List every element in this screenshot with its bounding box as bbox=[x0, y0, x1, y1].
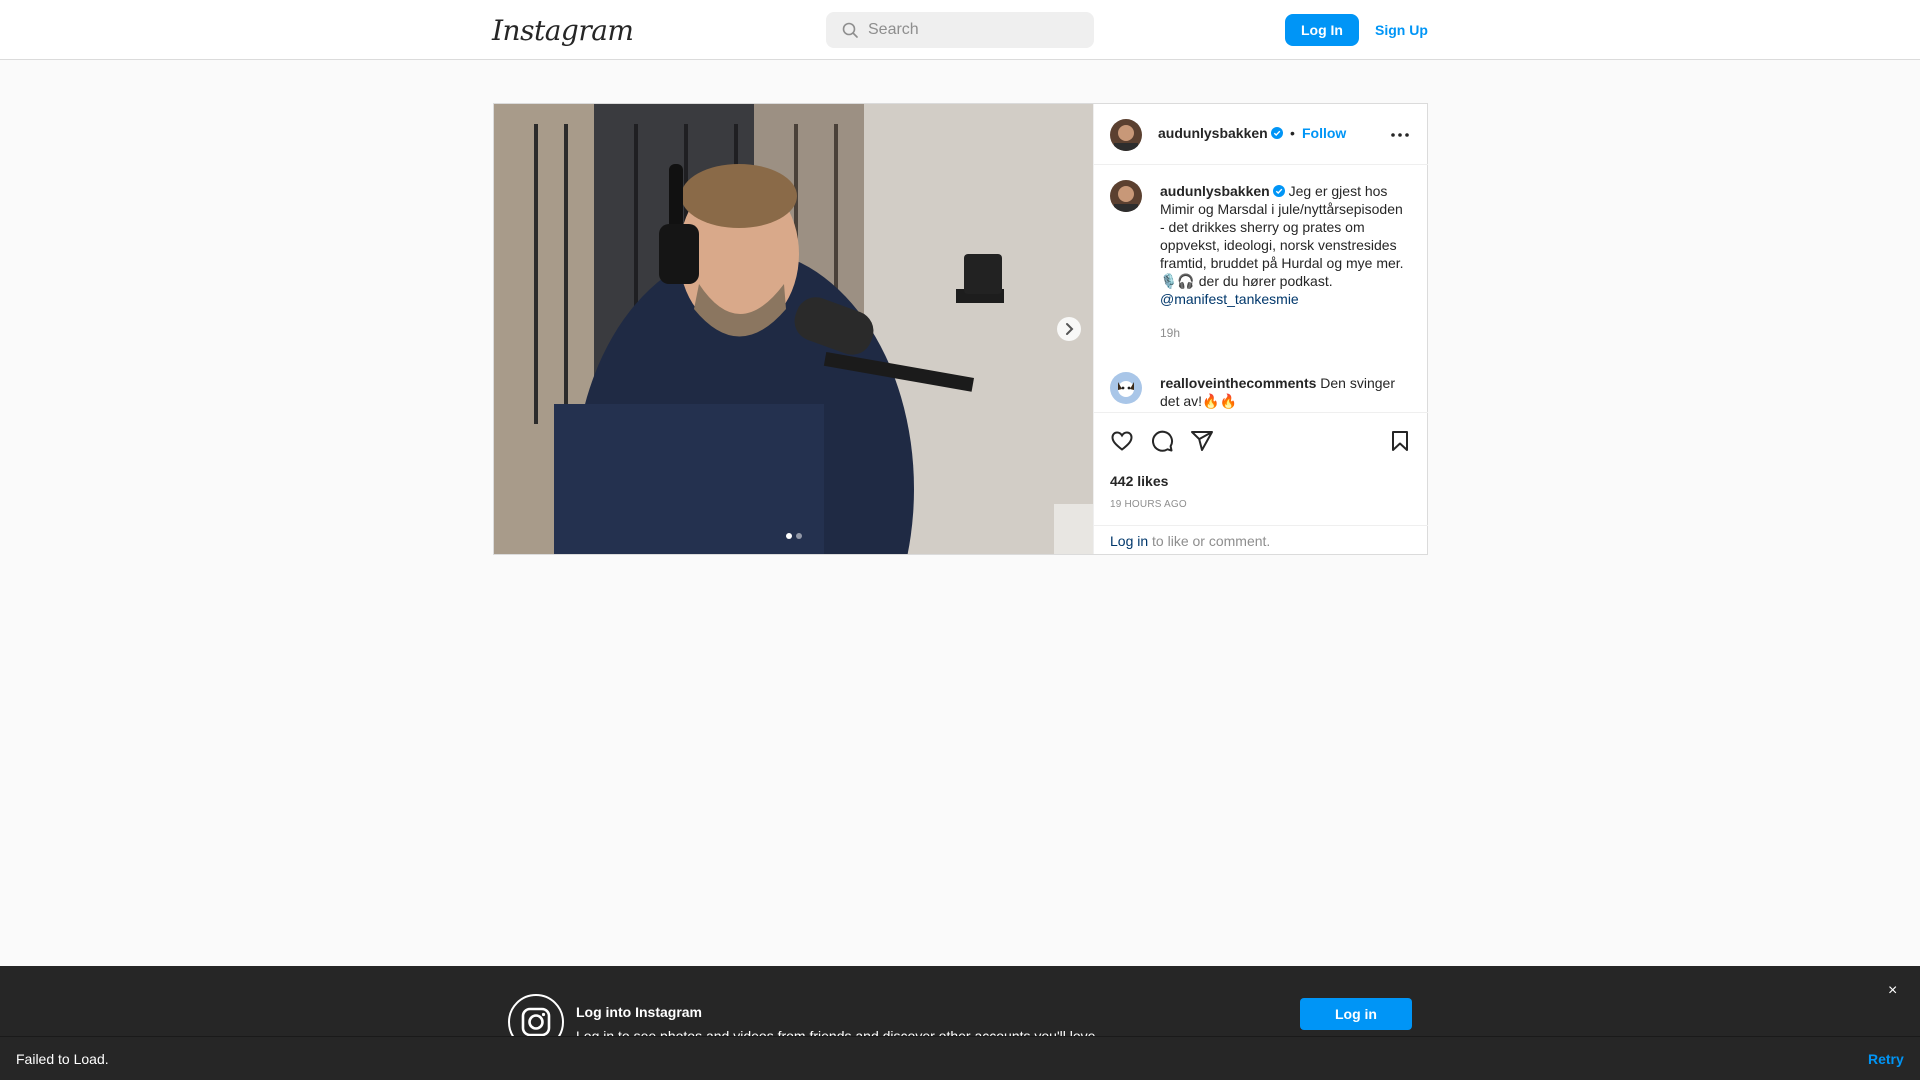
close-icon[interactable]: × bbox=[1888, 982, 1897, 1000]
caption-text: audunlysbakken Jeg er gjest hos Mimir og… bbox=[1160, 182, 1410, 308]
login-prompt: Log in to like or comment. bbox=[1094, 525, 1428, 555]
save-bookmark-icon[interactable] bbox=[1388, 429, 1412, 453]
mention-link[interactable]: @manifest_tankesmie bbox=[1160, 290, 1410, 308]
podcast-studio-photo bbox=[494, 104, 1093, 554]
more-options-icon[interactable] bbox=[1390, 132, 1410, 138]
instagram-logo[interactable]: Instagram bbox=[492, 14, 634, 47]
avatar[interactable] bbox=[1110, 372, 1142, 404]
caption-item: audunlysbakken Jeg er gjest hos Mimir og… bbox=[1110, 180, 1410, 340]
error-message: Failed to Load. bbox=[16, 1051, 109, 1067]
login-button[interactable]: Log In bbox=[1285, 14, 1359, 46]
caption-timestamp[interactable]: 19h bbox=[1160, 326, 1180, 340]
signup-link[interactable]: Sign Up bbox=[1375, 22, 1428, 38]
username-text[interactable]: audunlysbakken bbox=[1158, 125, 1268, 141]
banner-title: Log into Instagram bbox=[576, 1004, 702, 1020]
share-send-icon[interactable] bbox=[1190, 429, 1214, 453]
carousel-indicator bbox=[786, 533, 802, 539]
post-card: audunlysbakken • Follow audunlysbakken J… bbox=[493, 103, 1428, 555]
verified-badge-icon bbox=[1272, 185, 1285, 197]
chevron-right-icon bbox=[1066, 323, 1074, 335]
avatar[interactable] bbox=[1110, 180, 1142, 212]
search-icon bbox=[842, 22, 858, 38]
caption-username[interactable]: audunlysbakken bbox=[1160, 183, 1270, 199]
separator-dot: • bbox=[1290, 125, 1295, 141]
verified-badge-icon bbox=[1270, 127, 1283, 139]
top-navbar: Instagram Log In Sign Up bbox=[0, 0, 1920, 60]
login-link[interactable]: Log in bbox=[1110, 533, 1148, 549]
carousel-next-button[interactable] bbox=[1057, 317, 1081, 341]
comment-bubble-icon[interactable] bbox=[1150, 429, 1174, 453]
carousel-dot bbox=[786, 533, 792, 539]
avatar[interactable] bbox=[1110, 119, 1142, 151]
login-prompt-text: to like or comment. bbox=[1148, 533, 1271, 549]
comment-username[interactable]: realloveinthecomments bbox=[1160, 375, 1316, 391]
carousel-dot bbox=[796, 533, 802, 539]
post-header: audunlysbakken • Follow bbox=[1094, 104, 1428, 165]
comment-item: realloveinthecomments Den svinger det av… bbox=[1110, 372, 1410, 412]
instagram-glyph-icon bbox=[508, 994, 564, 1036]
post-actions: 442 likes 19 HOURS AGO Log in to like or… bbox=[1094, 412, 1428, 554]
post-sidebar: audunlysbakken • Follow audunlysbakken J… bbox=[1093, 104, 1428, 554]
comments-section: audunlysbakken Jeg er gjest hos Mimir og… bbox=[1094, 166, 1428, 412]
login-banner: Log into Instagram Log in to see photos … bbox=[0, 966, 1920, 1036]
retry-button[interactable]: Retry bbox=[1868, 1051, 1904, 1067]
search-input[interactable] bbox=[868, 12, 1088, 48]
follow-button[interactable]: Follow bbox=[1302, 125, 1346, 141]
like-heart-icon[interactable] bbox=[1110, 429, 1134, 453]
post-author-username[interactable]: audunlysbakken bbox=[1158, 125, 1283, 141]
banner-login-button[interactable]: Log in bbox=[1300, 998, 1412, 1030]
post-image[interactable] bbox=[494, 104, 1093, 554]
search-box[interactable] bbox=[826, 12, 1094, 48]
post-timestamp[interactable]: 19 HOURS AGO bbox=[1110, 499, 1187, 510]
error-snackbar: Failed to Load. Retry bbox=[0, 1036, 1920, 1080]
comment-text: realloveinthecomments Den svinger det av… bbox=[1160, 374, 1410, 410]
banner-subtitle: Log in to see photos and videos from fri… bbox=[576, 1028, 1100, 1036]
likes-count[interactable]: 442 likes bbox=[1110, 473, 1168, 489]
